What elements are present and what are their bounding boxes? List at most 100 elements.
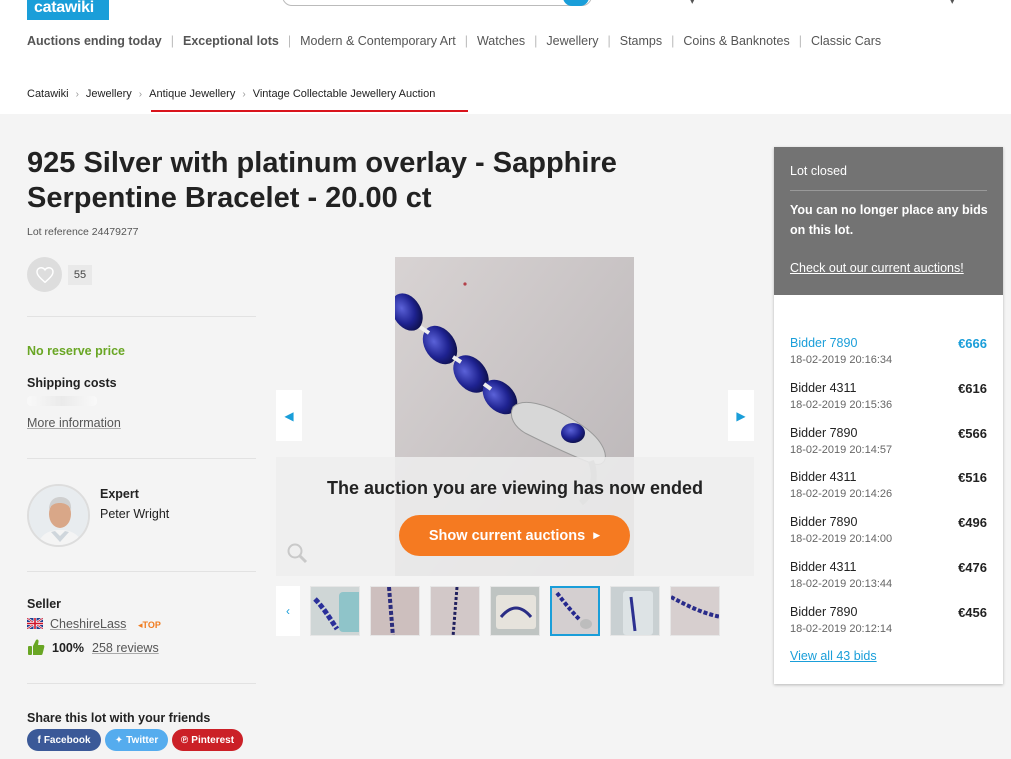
no-reserve-label: No reserve price (27, 344, 125, 358)
nav-classic-cars[interactable]: Classic Cars (811, 34, 881, 48)
lot-status: Lot closed (790, 164, 847, 178)
expert-avatar (27, 484, 90, 547)
top-seller-badge: ◂TOP (138, 620, 161, 631)
thumbnail[interactable] (310, 586, 360, 636)
breadcrumb: Catawiki › Jewellery › Antique Jewellery › … (27, 88, 435, 100)
nav-stamps[interactable]: Stamps (620, 34, 662, 48)
chevron-right-icon: › (75, 88, 79, 100)
nav-auctions-ending-today[interactable]: Auctions ending today (27, 34, 162, 48)
thumbnail[interactable] (490, 586, 540, 636)
bid-row: Bidder 7890 18-02-2019 20:12:14 €456 (790, 605, 987, 639)
breadcrumb-catawiki[interactable]: Catawiki (27, 88, 69, 100)
divider (27, 458, 256, 459)
heart-icon (35, 266, 54, 283)
bid-time: 18-02-2019 20:16:34 (790, 354, 893, 366)
triangle-right-icon: ▶ (593, 530, 601, 540)
user-icon[interactable]: ▾ (690, 0, 695, 7)
bid-row: Bidder 4311 18-02-2019 20:15:36 €616 (790, 381, 987, 415)
breadcrumb-vintage-auction[interactable]: Vintage Collectable Jewellery Auction (253, 88, 436, 100)
current-auctions-link[interactable]: Check out our current auctions! (790, 261, 964, 275)
search-input[interactable] (282, 0, 592, 6)
thumbnail[interactable] (670, 586, 720, 636)
nav-modern-contemporary-art[interactable]: Modern & Contemporary Art (300, 34, 456, 48)
bid-amount: €456 (958, 605, 987, 620)
divider (27, 316, 256, 317)
facebook-icon: f (37, 734, 41, 746)
twitter-icon: ✦ (114, 734, 124, 746)
gallery-next-button[interactable]: ▶ (728, 390, 754, 441)
expert-name: Peter Wright (100, 507, 170, 521)
gallery-prev-button[interactable]: ◀ (276, 390, 302, 441)
share-label: Share this lot with your friends (27, 711, 211, 725)
bidder-name: Bidder 7890 (790, 336, 858, 350)
chevron-right-icon: › (242, 88, 246, 100)
bidder-name: Bidder 4311 (790, 470, 857, 484)
shipping-costs-label: Shipping costs (27, 376, 117, 390)
shipping-costs-loading (27, 396, 97, 406)
bid-amount: €616 (958, 381, 987, 396)
catawiki-logo[interactable]: catawiki (27, 0, 109, 20)
auction-ended-message: The auction you are viewing has now ende… (326, 478, 704, 498)
triangle-right-icon: ▶ (736, 408, 746, 423)
bid-row: Bidder 4311 18-02-2019 20:14:26 €516 (790, 470, 987, 504)
bidder-name: Bidder 4311 (790, 381, 857, 395)
breadcrumb-jewellery[interactable]: Jewellery (86, 88, 132, 100)
bid-row: Bidder 7890 18-02-2019 20:16:34 €666 (790, 336, 987, 370)
bidder-name: Bidder 4311 (790, 560, 857, 574)
bid-row: Bidder 7890 18-02-2019 20:14:57 €566 (790, 426, 987, 460)
facebook-share-label: Facebook (43, 734, 91, 746)
breadcrumb-highlight-underline (151, 110, 468, 112)
bid-time: 18-02-2019 20:12:14 (790, 623, 893, 635)
thumbnail[interactable] (430, 586, 480, 636)
pinterest-icon: ℗ (180, 734, 189, 746)
facebook-share-button[interactable]: f Facebook (27, 729, 101, 751)
twitter-share-label: Twitter (126, 734, 159, 746)
account-menu-icon[interactable]: ▾ (950, 0, 955, 7)
seller-label: Seller (27, 597, 62, 611)
bid-time: 18-02-2019 20:14:00 (790, 533, 893, 545)
twitter-share-button[interactable]: ✦ Twitter (105, 729, 168, 751)
bid-amount: €496 (958, 515, 987, 530)
bid-amount: €516 (958, 470, 987, 485)
thumbnail[interactable] (370, 586, 420, 636)
pinterest-share-button[interactable]: ℗ Pinterest (172, 729, 243, 751)
view-all-bids-link[interactable]: View all 43 bids (790, 649, 877, 663)
lot-closed-message: You can no longer place any bids on this… (790, 203, 988, 237)
nav-jewellery[interactable]: Jewellery (546, 34, 598, 48)
pinterest-share-label: Pinterest (191, 734, 235, 746)
seller-reviews-link[interactable]: 258 reviews (92, 641, 159, 655)
bid-amount: €666 (958, 336, 987, 351)
zoom-icon[interactable] (286, 542, 308, 564)
show-current-auctions-label: Show current auctions (428, 527, 586, 544)
show-current-auctions-button[interactable]: Show current auctions ▶ (399, 515, 630, 556)
expert-label: Expert (100, 487, 139, 501)
chevron-left-icon: ‹ (286, 604, 290, 618)
bid-row: Bidder 7890 18-02-2019 20:14:00 €496 (790, 515, 987, 549)
bid-amount: €566 (958, 426, 987, 441)
favourite-count: 55 (68, 265, 92, 285)
bid-amount: €476 (958, 560, 987, 575)
bid-row: Bidder 4311 18-02-2019 20:13:44 €476 (790, 560, 987, 594)
thumbnail[interactable] (610, 586, 660, 636)
nav-coins-banknotes[interactable]: Coins & Banknotes (683, 34, 789, 48)
thumbs-up-icon (28, 639, 45, 655)
triangle-left-icon: ◀ (284, 408, 294, 423)
bid-time: 18-02-2019 20:13:44 (790, 578, 893, 590)
divider (27, 683, 256, 684)
bidder-name: Bidder 7890 (790, 515, 858, 529)
nav-exceptional-lots[interactable]: Exceptional lots (183, 34, 279, 48)
favourite-button[interactable] (27, 257, 62, 292)
lot-closed-box: Lot closed You can no longer place any b… (774, 147, 1003, 295)
breadcrumb-antique-jewellery[interactable]: Antique Jewellery (149, 88, 235, 100)
bid-time: 18-02-2019 20:14:57 (790, 444, 893, 456)
lot-title: 925 Silver with platinum overlay - Sapph… (27, 147, 617, 214)
more-information-link[interactable]: More information (27, 416, 121, 430)
thumbnails-prev-button[interactable]: ‹ (276, 586, 300, 636)
nav-watches[interactable]: Watches (477, 34, 525, 48)
seller-name-link[interactable]: CheshireLass (50, 617, 126, 631)
bid-time: 18-02-2019 20:14:26 (790, 488, 893, 500)
lot-reference: Lot reference 24479277 (27, 226, 139, 238)
bidder-name: Bidder 7890 (790, 426, 858, 440)
divider (790, 190, 987, 191)
thumbnail-selected[interactable] (550, 586, 600, 636)
